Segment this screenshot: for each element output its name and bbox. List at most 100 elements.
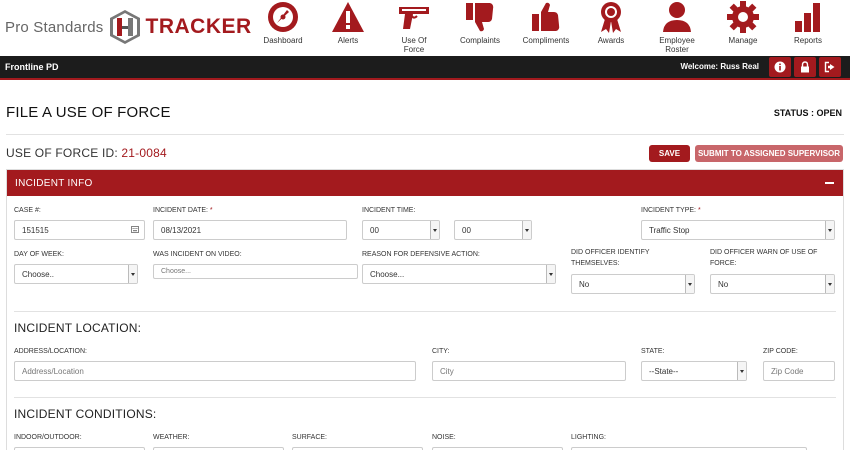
incident-on-video-placeholder: Choose...	[161, 268, 191, 275]
officer-identify-select[interactable]: No	[571, 274, 695, 294]
city-label: CITY:	[432, 348, 450, 355]
officer-warn-label: DID OFFICER WARN OF USE OF FORCE:	[710, 248, 817, 269]
address-input[interactable]: Address/Location	[14, 361, 416, 381]
panel-title: INCIDENT INFO	[15, 178, 93, 189]
required-marker: *	[697, 207, 701, 214]
state-select[interactable]: --State--	[641, 361, 747, 381]
nav-label: Alerts	[337, 36, 359, 45]
weather-label: WEATHER:	[153, 434, 190, 441]
divider	[14, 311, 836, 312]
dropdown-arrow-icon	[522, 221, 531, 239]
officer-warn-select[interactable]: No	[710, 274, 835, 294]
nav-compliments[interactable]: Compliments	[509, 0, 583, 45]
lighting-label: LIGHTING:	[571, 434, 607, 441]
city-input[interactable]: City	[432, 361, 626, 381]
save-button[interactable]: SAVE	[649, 145, 690, 162]
lock-icon	[801, 61, 809, 73]
handgun-icon	[399, 7, 429, 29]
incident-date-label-text: INCIDENT DATE:	[153, 207, 208, 214]
gear-icon	[727, 1, 759, 33]
incident-date-input[interactable]: 08/13/2021	[153, 220, 347, 240]
nav-complaints[interactable]: Complaints	[443, 0, 517, 45]
bar-chart-icon	[795, 3, 820, 32]
dropdown-arrow-icon	[825, 275, 834, 293]
nav-use-of-force[interactable]: Use Of Force	[377, 0, 451, 54]
divider	[14, 397, 836, 398]
nav-manage[interactable]: Manage	[706, 0, 780, 45]
uof-id-value: 21-0084	[121, 146, 167, 160]
incident-type-select[interactable]: Traffic Stop	[641, 220, 835, 240]
noise-label: NOISE:	[432, 434, 456, 441]
nav-reports[interactable]: Reports	[771, 0, 845, 45]
incident-info-header[interactable]: INCIDENT INFO	[7, 170, 843, 196]
status-badge: STATUS : OPEN	[773, 108, 842, 118]
zip-code-input[interactable]: Zip Code	[763, 361, 835, 381]
day-of-week-value: Choose..	[22, 270, 55, 279]
state-value: --State--	[649, 367, 679, 376]
nav-label: Use Of Force	[401, 36, 427, 54]
incident-type-label: INCIDENT TYPE: *	[641, 206, 701, 216]
thumbs-up-icon	[532, 2, 560, 31]
incident-minute-value: 00	[462, 226, 471, 235]
nav-employee-roster[interactable]: Employee Roster	[640, 0, 714, 54]
award-ribbon-icon	[601, 2, 621, 33]
use-of-force-id: USE OF FORCE ID: 21-0084	[6, 146, 167, 160]
dropdown-arrow-icon	[546, 265, 555, 283]
lock-button[interactable]	[794, 57, 816, 77]
logout-button[interactable]	[819, 57, 841, 77]
incident-hour-value: 00	[370, 226, 379, 235]
dropdown-arrow-icon	[430, 221, 439, 239]
info-button[interactable]	[769, 57, 791, 77]
incident-hour-select[interactable]: 00	[362, 220, 440, 240]
indoor-outdoor-label: INDOOR/OUTDOOR:	[14, 434, 82, 441]
officer-warn-label-line1: DID OFFICER WARN OF USE OF	[710, 249, 818, 256]
state-label: STATE:	[641, 348, 665, 355]
address-placeholder: Address/Location	[22, 367, 84, 376]
incident-on-video-input[interactable]: Choose...	[153, 264, 358, 279]
incident-type-value: Traffic Stop	[649, 226, 690, 235]
divider	[6, 134, 844, 135]
incident-date-value: 08/13/2021	[161, 226, 202, 235]
zip-code-label: ZIP CODE:	[763, 348, 798, 355]
required-marker: *	[209, 207, 213, 214]
dropdown-arrow-icon	[128, 265, 137, 283]
surface-label: SURFACE:	[292, 434, 328, 441]
officer-warn-value: No	[718, 280, 729, 289]
welcome-text: Welcome: Russ Real	[680, 62, 759, 71]
incident-conditions-title: INCIDENT CONDITIONS:	[14, 407, 157, 421]
case-number-value: 151515	[22, 226, 49, 235]
nav-label: Manage	[728, 36, 758, 45]
officer-identify-value: No	[579, 280, 590, 289]
address-label: ADDRESS/LOCATION:	[14, 348, 87, 355]
officer-identify-label: DID OFFICER IDENTIFY THEMSELVES:	[571, 248, 650, 269]
collapse-icon[interactable]	[825, 182, 834, 184]
nav-awards[interactable]: Awards	[574, 0, 648, 45]
nav-label: Compliments	[522, 36, 570, 45]
incident-location-title: INCIDENT LOCATION:	[14, 321, 142, 335]
nav-label: Reports	[793, 36, 822, 45]
case-number-label: CASE #:	[14, 207, 41, 214]
top-header: Pro Standards TRACKER Dashboard Alerts U…	[0, 0, 850, 56]
officer-identify-label-line2: THEMSELVES:	[571, 260, 620, 267]
nav-label: Dashboard	[263, 36, 303, 45]
nav-label: Complaints	[459, 36, 500, 45]
city-placeholder: City	[440, 367, 454, 376]
officer-identify-label-line1: DID OFFICER IDENTIFY	[571, 249, 650, 256]
defensive-action-reason-select[interactable]: Choose...	[362, 264, 556, 284]
logo-mark-icon	[109, 10, 140, 44]
incident-type-label-text: INCIDENT TYPE:	[641, 207, 696, 214]
nav-dashboard[interactable]: Dashboard	[246, 0, 320, 45]
speedometer-icon	[268, 2, 298, 32]
case-number-input[interactable]: 151515	[14, 220, 145, 240]
nav-alerts[interactable]: Alerts	[311, 0, 385, 45]
incident-minute-select[interactable]: 00	[454, 220, 532, 240]
app-logo[interactable]: Pro Standards TRACKER	[5, 8, 252, 46]
nav-label: Employee Roster	[659, 36, 695, 54]
submit-to-supervisor-button[interactable]: SUBMIT TO ASSIGNED SUPERVISOR	[695, 145, 843, 162]
officer-warn-label-line2: FORCE:	[710, 260, 737, 267]
zip-code-placeholder: Zip Code	[771, 367, 804, 376]
nav-label: Awards	[597, 36, 625, 45]
day-of-week-select[interactable]: Choose..	[14, 264, 138, 284]
agency-bar: Frontline PD Welcome: Russ Real	[0, 56, 850, 80]
alert-triangle-icon	[332, 2, 364, 32]
